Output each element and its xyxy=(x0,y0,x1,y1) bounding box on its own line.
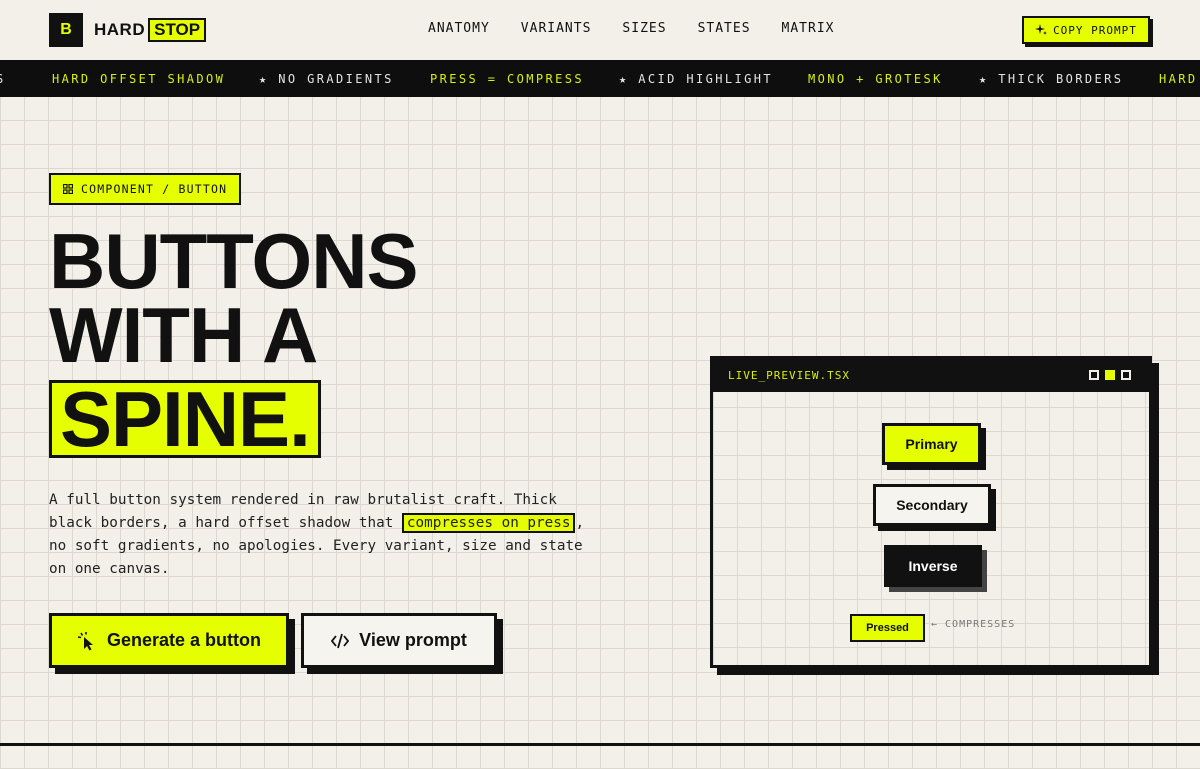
secondary-button[interactable]: Secondary xyxy=(873,484,991,526)
description-highlight: compresses on press xyxy=(401,513,576,533)
marquee-item: HARD OFFSET SHADOW xyxy=(52,72,226,86)
headline-line2: WITH A xyxy=(49,291,318,379)
brand-logo[interactable]: B HARD STOP xyxy=(49,13,207,47)
window-controls xyxy=(1089,370,1131,380)
nav-matrix[interactable]: MATRIX xyxy=(782,21,835,36)
window-dot[interactable] xyxy=(1089,370,1099,380)
nav-states[interactable]: STATES xyxy=(698,21,751,36)
inverse-button[interactable]: Inverse xyxy=(884,545,982,587)
component-tag-label: COMPONENT / BUTTON xyxy=(81,182,228,196)
window-dot[interactable] xyxy=(1121,370,1131,380)
hero-description: A full button system rendered in raw bru… xyxy=(49,489,589,581)
pressed-note: ← COMPRESSES xyxy=(931,619,1016,630)
preview-title: LIVE_PREVIEW.TSX xyxy=(728,369,850,382)
feature-marquee: S HARD OFFSET SHADOW ★ NO GRADIENTS PRES… xyxy=(0,60,1200,97)
generate-button-label: Generate a button xyxy=(106,630,262,650)
preview-titlebar: LIVE_PREVIEW.TSX xyxy=(713,359,1149,392)
marquee-item: ★ ACID HIGHLIGHT xyxy=(619,72,773,86)
nav-sizes[interactable]: SIZES xyxy=(622,21,666,36)
code-icon xyxy=(331,633,350,648)
section-divider xyxy=(0,743,1200,746)
grid-icon xyxy=(63,184,73,194)
brand-name-part2: STOP xyxy=(148,18,207,42)
view-prompt-button[interactable]: View prompt xyxy=(301,613,497,668)
marquee-item: ★ NO GRADIENTS xyxy=(259,72,394,86)
marquee-item: S xyxy=(0,72,6,86)
live-preview-window: LIVE_PREVIEW.TSX Primary Secondary Inver… xyxy=(710,356,1152,668)
brand-name-part1: HARD xyxy=(94,20,146,39)
marquee-item: ★ THICK BORDERS xyxy=(979,72,1124,86)
main-nav: ANATOMY VARIANTS SIZES STATES MATRIX xyxy=(428,21,835,36)
headline-highlight: SPINE. xyxy=(49,380,321,458)
marquee-item: MONO + GROTESK xyxy=(808,72,943,86)
nav-anatomy[interactable]: ANATOMY xyxy=(428,21,490,36)
marquee-item: HARD xyxy=(1159,72,1198,86)
marquee-item: PRESS = COMPRESS xyxy=(430,72,584,86)
copy-prompt-label: COPY PROMPT xyxy=(1053,23,1137,37)
copy-prompt-button[interactable]: COPY PROMPT xyxy=(1022,16,1150,44)
pressed-button[interactable]: Pressed xyxy=(850,614,925,642)
window-dot[interactable] xyxy=(1105,370,1115,380)
headline-line1: BUTTONS xyxy=(49,217,419,305)
generate-button[interactable]: Generate a button xyxy=(49,613,289,668)
hero-headline: BUTTONS WITH A SPINE. xyxy=(49,217,419,458)
sparkle-icon xyxy=(1035,24,1048,35)
view-prompt-label: View prompt xyxy=(359,630,467,650)
cursor-click-icon xyxy=(77,631,93,650)
component-tag: COMPONENT / BUTTON xyxy=(49,173,241,205)
primary-button[interactable]: Primary xyxy=(882,423,981,465)
top-header: B HARD STOP ANATOMY VARIANTS SIZES STATE… xyxy=(0,0,1200,60)
nav-variants[interactable]: VARIANTS xyxy=(521,21,592,36)
brand-mark: B xyxy=(49,13,83,47)
